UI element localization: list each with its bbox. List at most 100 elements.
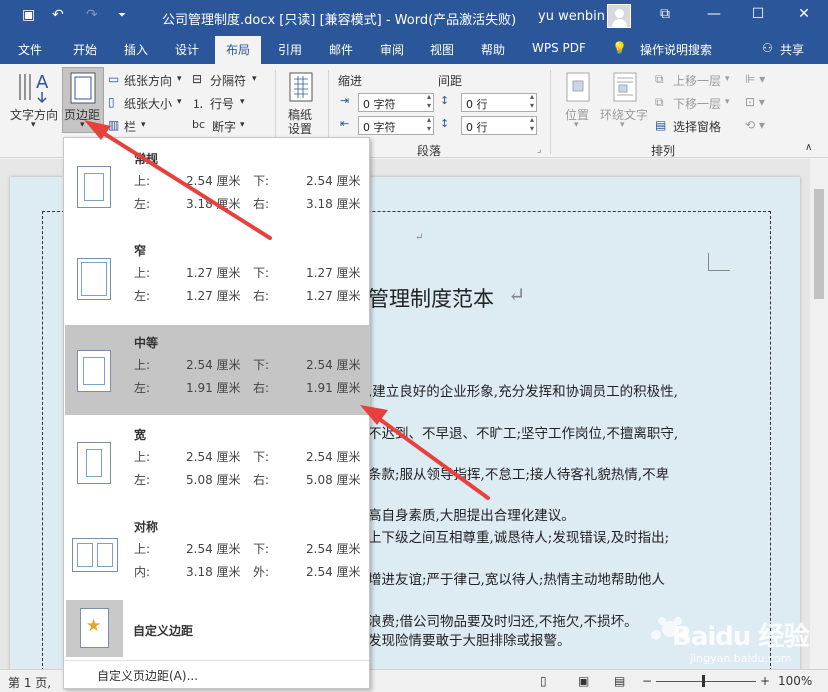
- tab-home[interactable]: 开始: [73, 41, 97, 58]
- chevron-down-icon: ▾: [620, 120, 625, 130]
- custom-margins-option[interactable]: 自定义边距: [133, 622, 193, 639]
- chevron-down-icon: ▾: [252, 74, 257, 84]
- value-bottom: 2.54 厘米: [306, 174, 361, 188]
- align-icon[interactable]: ⊫ ▾: [745, 72, 765, 86]
- undo-icon[interactable]: ↶: [52, 7, 64, 23]
- zoom-out-icon[interactable]: −: [642, 674, 652, 688]
- spacing-before-input[interactable]: 0 行: [461, 92, 537, 112]
- send-backward-button[interactable]: 下移一层: [673, 95, 721, 112]
- hyphenation-button[interactable]: 断字: [212, 118, 236, 135]
- tab-file[interactable]: 文件: [18, 41, 42, 58]
- line-numbers-button[interactable]: 行号: [210, 95, 234, 112]
- minimize-button[interactable]: —: [700, 6, 728, 22]
- orientation-icon: ▭: [108, 72, 120, 86]
- close-button[interactable]: ✕: [790, 6, 818, 22]
- zoom-in-icon[interactable]: +: [760, 674, 770, 688]
- label-left: 左:: [134, 289, 151, 303]
- title-bar: ▣ ↶ ↷ ⏷ 公司管理制度.docx [只读] [兼容模式] - Word(产…: [0, 0, 828, 34]
- label-bottom: 下:: [253, 266, 270, 280]
- margin-option-mirrored[interactable]: 对称 上: 2.54 厘米 下: 2.54 厘米 内: 3.18 厘米 外: 2…: [65, 509, 369, 599]
- chevron-down-icon: ▾: [725, 97, 730, 107]
- dialog-launcher-icon[interactable]: ⌟: [537, 145, 541, 155]
- zoom-slider[interactable]: [656, 681, 756, 682]
- draft-paper-button-line2[interactable]: 设置: [288, 120, 312, 137]
- selection-pane-icon: ▤: [655, 118, 667, 132]
- value-top: 2.54 厘米: [186, 542, 241, 556]
- custom-page-margins-link[interactable]: 自定义页边距(A)...: [97, 667, 198, 684]
- arrange-group-label: 排列: [651, 144, 676, 158]
- document-line[interactable]: 不迟到、不早退、不旷工;坚守工作岗位,不擅离职守,: [368, 422, 678, 442]
- tab-wps-pdf[interactable]: WPS PDF: [532, 41, 586, 55]
- save-icon[interactable]: ▣: [22, 7, 35, 23]
- tab-layout[interactable]: 布局: [215, 36, 262, 64]
- spacing-after-input[interactable]: 0 行: [461, 115, 537, 135]
- margin-option-name: 常规: [134, 152, 159, 166]
- line-numbers-icon: ⒈: [192, 97, 205, 111]
- ribbon-separator: [550, 70, 551, 154]
- avatar[interactable]: [607, 4, 631, 28]
- tab-mailings[interactable]: 邮件: [329, 41, 353, 58]
- selection-pane-button[interactable]: 选择窗格: [673, 118, 721, 135]
- margin-option-narrow[interactable]: 窄 上: 1.27 厘米 下: 1.27 厘米 左: 1.27 厘米 右: 1.…: [65, 233, 369, 323]
- value-inside: 3.18 厘米: [186, 565, 241, 579]
- size-button[interactable]: 纸张大小: [124, 95, 172, 112]
- tab-help[interactable]: 帮助: [481, 41, 505, 58]
- tab-view[interactable]: 视图: [430, 41, 454, 58]
- tell-me-search[interactable]: 操作说明搜索: [640, 41, 712, 58]
- margin-option-moderate[interactable]: 中等 上: 2.54 厘米 下: 2.54 厘米 左: 1.91 厘米 右: 1…: [65, 325, 369, 415]
- vertical-scrollbar[interactable]: [810, 159, 828, 669]
- user-name[interactable]: yu wenbin: [538, 9, 605, 24]
- custom-margins-icon[interactable]: ★: [66, 600, 123, 657]
- document-line[interactable]: 条款;服从领导指挥,不怠工;接人待客礼貌热情,不卑: [368, 463, 669, 483]
- bring-forward-button[interactable]: 上移一层: [673, 72, 721, 89]
- redo-icon[interactable]: ↷: [86, 7, 98, 23]
- scrollbar-thumb[interactable]: [814, 189, 824, 299]
- spacing-label: 间距: [438, 74, 463, 88]
- chevron-down-icon: ▾: [141, 120, 146, 130]
- document-line[interactable]: 上下级之间互相尊重,诚恳待人;发现错误,及时指出;: [368, 526, 669, 546]
- send-backward-icon: ⧉: [655, 95, 664, 109]
- rotate-icon[interactable]: ⟲ ▾: [745, 118, 765, 132]
- tab-design[interactable]: 设计: [175, 41, 199, 58]
- customize-quick-access-icon[interactable]: ⏷: [118, 10, 126, 21]
- document-line[interactable]: 浪费;借公司物品要及时归还,不拖欠,不损坏。: [368, 610, 638, 630]
- ribbon-display-options-icon[interactable]: ⧉: [651, 6, 679, 22]
- star-icon: ★: [86, 616, 102, 636]
- zoom-slider-thumb[interactable]: [702, 675, 705, 687]
- value-bottom: 1.27 厘米: [306, 266, 361, 280]
- tab-insert[interactable]: 插入: [124, 41, 148, 58]
- print-layout-icon[interactable]: ▣: [578, 674, 589, 688]
- read-mode-icon[interactable]: ▯: [540, 674, 547, 688]
- value-right: 3.18 厘米: [306, 197, 361, 211]
- document-title[interactable]: 管理制度范本: [368, 283, 494, 313]
- restore-button[interactable]: ☐: [744, 6, 772, 22]
- margin-option-name: 对称: [134, 520, 159, 534]
- paragraph-group-label: 段落: [417, 144, 442, 158]
- text-direction-icon[interactable]: A: [16, 70, 56, 104]
- indent-left-input[interactable]: 0 字符: [358, 92, 434, 112]
- page-indicator[interactable]: 第 1 页,: [8, 674, 51, 691]
- breaks-button[interactable]: 分隔符: [210, 72, 246, 89]
- spacing-before-icon: ↕: [440, 94, 450, 107]
- position-icon: [566, 72, 590, 102]
- collapse-ribbon-icon[interactable]: ∧: [805, 142, 812, 153]
- orientation-button[interactable]: 纸张方向: [124, 72, 172, 89]
- margin-option-normal[interactable]: 常规 上: 2.54 厘米 下: 2.54 厘米 左: 3.18 厘米 右: 3…: [65, 141, 369, 231]
- document-line[interactable]: 发现险情要敢于大胆排除或报警。: [368, 629, 571, 649]
- draft-paper-icon: [289, 72, 313, 102]
- value-top: 2.54 厘米: [186, 174, 241, 188]
- document-line[interactable]: 增进友谊;严于律己,宽以待人;热情主动地帮助他人: [368, 568, 665, 588]
- margin-option-wide[interactable]: 宽 上: 2.54 厘米 下: 2.54 厘米 左: 5.08 厘米 右: 5.…: [65, 417, 369, 507]
- group-icon[interactable]: ⊡ ▾: [745, 95, 765, 109]
- tab-review[interactable]: 审阅: [380, 41, 404, 58]
- columns-button[interactable]: 栏: [124, 118, 136, 135]
- tab-references[interactable]: 引用: [278, 41, 302, 58]
- hyphenation-icon: bc: [192, 118, 206, 131]
- share-button[interactable]: 共享: [780, 41, 804, 58]
- document-line[interactable]: 高自身素质,大胆提出合理化建议。: [368, 504, 575, 524]
- document-line[interactable]: ,建立良好的企业形象,充分发挥和协调员工的积极性,: [368, 380, 678, 400]
- indent-right-input[interactable]: 0 字符: [358, 115, 434, 135]
- zoom-level[interactable]: 100%: [778, 674, 812, 688]
- web-layout-icon[interactable]: ▤: [614, 674, 625, 688]
- lightbulb-icon: 💡: [612, 41, 627, 55]
